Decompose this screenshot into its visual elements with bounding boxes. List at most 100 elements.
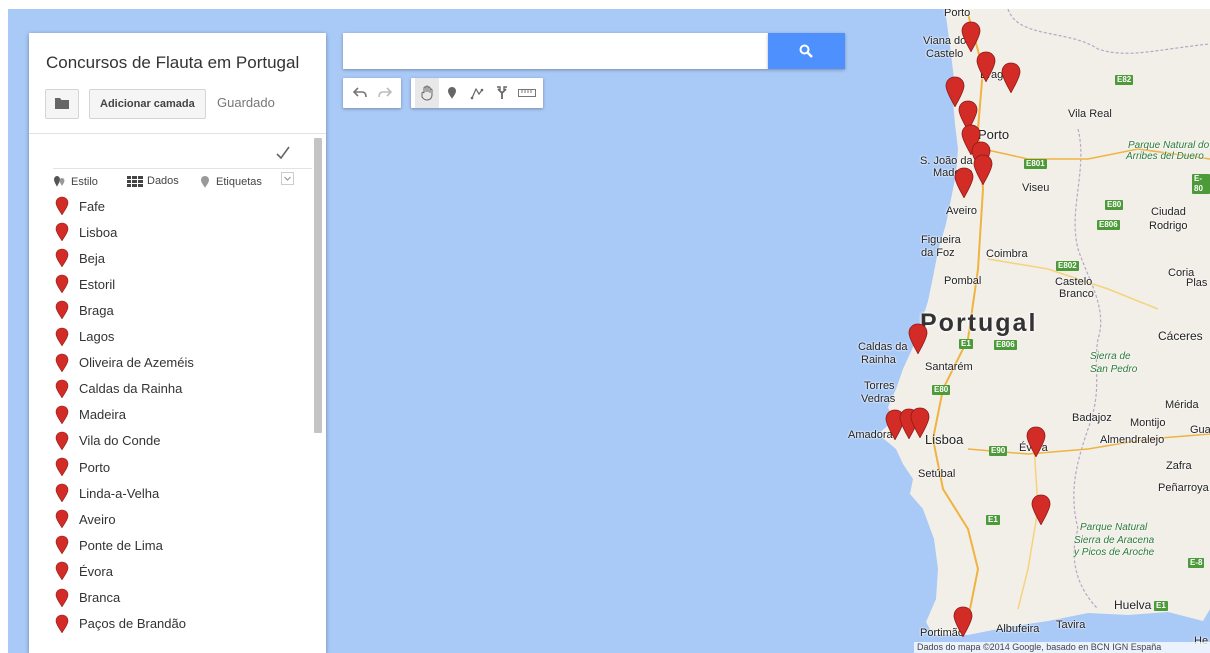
hand-icon — [421, 85, 433, 101]
list-item[interactable]: Porto — [55, 454, 110, 480]
list-item[interactable]: Beja — [55, 245, 105, 271]
undo-button[interactable] — [348, 78, 372, 108]
layer-visibility-checkbox[interactable] — [276, 146, 290, 160]
map-label: Gua — [1190, 424, 1210, 436]
list-item[interactable]: Estoril — [55, 271, 115, 297]
place-marker-icon — [55, 562, 69, 581]
road-badge: E806 — [1097, 220, 1120, 230]
list-item-label: Lagos — [79, 329, 115, 344]
list-item-label: Linda-a-Velha — [79, 485, 160, 501]
place-marker-icon — [55, 301, 69, 320]
divider — [53, 168, 312, 169]
list-item[interactable]: Fafe — [55, 193, 105, 219]
place-marker-icon — [55, 222, 69, 242]
list-item[interactable]: Madeira — [55, 402, 126, 428]
list-item-label: Estoril — [79, 276, 116, 292]
place-marker-icon — [55, 431, 69, 451]
style-icon — [54, 176, 65, 187]
map-label: Rainha — [861, 354, 896, 366]
map-title[interactable]: Concursos de Flauta em Portugal — [46, 53, 299, 73]
map-marker[interactable] — [908, 323, 928, 355]
list-item[interactable]: Oliveira de Azeméis — [55, 350, 194, 376]
add-layer-button[interactable]: Adicionar camada — [89, 89, 206, 119]
list-item-label: Évora — [79, 563, 113, 579]
add-directions-button[interactable] — [490, 78, 514, 108]
map-label: Albufeira — [996, 623, 1040, 635]
redo-icon — [378, 87, 392, 98]
marker-icon — [448, 87, 456, 99]
map-label: Aveiro — [946, 205, 977, 217]
list-item-label: Branca — [79, 590, 121, 605]
list-item[interactable]: Évora — [55, 558, 113, 584]
map-label: Sierra de Aracena — [1074, 535, 1155, 546]
list-item-label: Vila do Conde — [79, 433, 161, 449]
map-marker[interactable] — [910, 407, 930, 439]
map-layers-panel: Concursos de Flauta em Portugal Adiciona… — [29, 33, 326, 653]
map-label: Branco — [1059, 288, 1094, 300]
map-label: Mérida — [1165, 399, 1199, 411]
list-item[interactable]: Linda-a-Velha — [55, 480, 159, 506]
map-label: Montijo — [1130, 417, 1166, 429]
list-item-label: Aveiro — [79, 511, 116, 527]
place-marker-icon — [55, 405, 69, 424]
list-item[interactable]: Vila do Conde — [55, 428, 160, 454]
list-item-label: Madeira — [79, 407, 126, 423]
search-input[interactable] — [343, 33, 768, 69]
panel-scrollbar[interactable] — [314, 138, 322, 433]
edit-toolbar — [411, 78, 543, 108]
draw-line-button[interactable] — [465, 78, 489, 108]
list-item[interactable]: Paços de Brandão — [55, 611, 186, 637]
map-label: Badajoz — [1072, 412, 1112, 424]
layer-options-dropdown-icon[interactable] — [281, 172, 294, 185]
list-item[interactable]: Caldas da Rainha — [55, 376, 182, 402]
list-item[interactable]: Lisboa — [55, 219, 117, 245]
measure-button[interactable] — [515, 78, 539, 108]
map-marker[interactable] — [961, 21, 981, 53]
search-icon — [799, 44, 813, 58]
map-marker[interactable] — [954, 167, 974, 199]
map-label: S. João da — [920, 155, 973, 167]
map-marker[interactable] — [1031, 494, 1051, 526]
map-marker[interactable] — [1001, 62, 1021, 94]
map-label: Parque Natural do — [1128, 140, 1210, 151]
map-label: Cáceres — [1158, 329, 1203, 343]
place-marker-icon — [55, 614, 69, 633]
labels-button[interactable]: Etiquetas — [200, 175, 262, 188]
list-item[interactable]: Aveiro — [55, 506, 116, 532]
list-item[interactable]: Branca — [55, 585, 120, 611]
map-marker[interactable] — [976, 51, 996, 83]
map-label: Parque Natural — [1080, 522, 1148, 533]
map-label: Vedras — [861, 393, 896, 405]
map-attribution[interactable]: Dados do mapa ©2014 Google, basado en BC… — [914, 642, 1210, 653]
list-item-label: Oliveira de Azeméis — [79, 355, 194, 371]
list-item[interactable]: Lagos — [55, 324, 114, 350]
open-folder-button[interactable] — [45, 89, 79, 119]
place-marker-icon — [55, 588, 69, 607]
map-label: y Picos de Aroche — [1074, 547, 1155, 558]
map-label: Setúbal — [918, 468, 956, 480]
map-marker[interactable] — [973, 154, 993, 186]
redo-button[interactable] — [373, 78, 397, 108]
list-item-label: Beja — [79, 250, 106, 266]
list-item[interactable]: Braga — [55, 297, 114, 323]
search-button[interactable] — [768, 33, 845, 69]
road-badge: E-80 — [1192, 174, 1210, 194]
style-button[interactable]: Estilo — [53, 175, 98, 189]
map-label: Vila Real — [1068, 108, 1112, 120]
road-badge: E1 — [959, 339, 973, 349]
map-label: Coimbra — [986, 248, 1028, 260]
road-badge: E80 — [932, 385, 951, 395]
data-button[interactable]: Dados — [127, 175, 179, 187]
list-item[interactable]: Ponte de Lima — [55, 532, 163, 558]
map-marker[interactable] — [953, 606, 973, 638]
map-label: Plas — [1186, 277, 1208, 289]
map-frame[interactable]: Porto Viana do Castelo Braga E82 Vila Re… — [8, 9, 1210, 653]
add-marker-button[interactable] — [440, 78, 464, 108]
map-label: Almendralejo — [1100, 434, 1165, 446]
list-item-label: Caldas da Rainha — [79, 381, 183, 397]
place-marker-icon — [55, 535, 69, 555]
map-label: Huelva — [1114, 598, 1152, 612]
select-pan-button[interactable] — [415, 78, 439, 108]
map-marker[interactable] — [1026, 426, 1046, 458]
list-item-label: Paços de Brandão — [79, 616, 186, 632]
